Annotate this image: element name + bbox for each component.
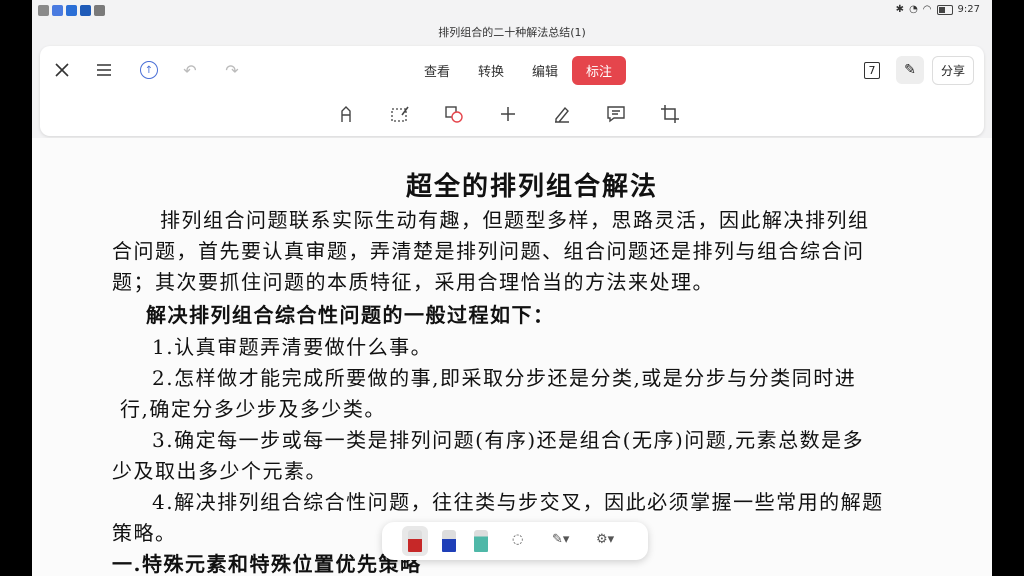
toolbar: ↑ ↶ ↷ 查看 转换 编辑 标注 7 ✎ 分享 bbox=[40, 46, 984, 136]
mode-tabs: 查看 转换 编辑 标注 bbox=[410, 56, 627, 85]
lasso-icon[interactable]: ◌ bbox=[512, 532, 523, 547]
close-icon[interactable] bbox=[50, 58, 74, 82]
blue-pen-icon[interactable] bbox=[442, 530, 456, 552]
add-icon[interactable] bbox=[498, 104, 518, 124]
shield-icon bbox=[52, 5, 63, 16]
pen-toolbar: ◌ ✎▾ ⚙▾ bbox=[382, 522, 648, 560]
document-page: 超全的排列组合解法 排列组合问题联系实际生动有趣，但题型多样，思路灵活，因此解决… bbox=[32, 138, 992, 576]
list-item: 2.怎样做才能完成所要做的事,即采取分步还是分类,或是分步与分类同时进 bbox=[152, 366, 857, 390]
page-count-badge[interactable]: 7 bbox=[864, 62, 880, 79]
battery-icon bbox=[936, 4, 953, 15]
status-time: 9:27 bbox=[957, 4, 980, 15]
paragraph-line: 排列组合问题联系实际生动有趣，但题型多样，思路灵活，因此解决排列组 bbox=[160, 208, 870, 232]
handwriting-icon[interactable]: ✎ bbox=[896, 56, 924, 84]
tab-view[interactable]: 查看 bbox=[410, 56, 464, 85]
list-item: 1.认真审题弄清要做什么事。 bbox=[152, 335, 433, 359]
pen-icon[interactable] bbox=[552, 104, 572, 124]
tab-convert[interactable]: 转换 bbox=[464, 56, 518, 85]
redo-icon[interactable]: ↷ bbox=[220, 58, 244, 82]
undo-icon[interactable]: ↶ bbox=[178, 58, 202, 82]
annotation-tools bbox=[336, 104, 680, 124]
shape-icon[interactable] bbox=[444, 104, 464, 124]
upload-icon[interactable]: ↑ bbox=[140, 61, 158, 79]
list-item-continued: 少及取出多少个元素。 bbox=[112, 459, 327, 483]
pen-settings-icon[interactable]: ⚙▾ bbox=[596, 532, 614, 547]
red-pen-icon[interactable] bbox=[408, 530, 422, 552]
page-heading: 超全的排列组合解法 bbox=[405, 172, 658, 202]
highlighter-icon[interactable] bbox=[336, 104, 356, 124]
text-box-icon[interactable] bbox=[390, 104, 410, 124]
paragraph-line: 题；其次要抓住问题的本质特征，采用合理恰当的方法来处理。 bbox=[112, 270, 714, 294]
pen-style-icon[interactable]: ✎▾ bbox=[552, 532, 569, 547]
status-bar: ✱ ◔ ◠ 9:27 bbox=[32, 0, 992, 22]
wifi-icon: ◠ bbox=[922, 4, 932, 15]
section-heading: 解决排列组合综合性问题的一般过程如下： bbox=[146, 303, 555, 327]
bluetooth-icon: ✱ bbox=[895, 4, 905, 15]
section-heading: 一.特殊元素和特殊位置优先策略 bbox=[112, 552, 422, 576]
list-item: 4.解决排列组合综合性问题，往往类与步交叉，因此必须掌握一些常用的解题 bbox=[152, 490, 884, 514]
paragraph-line: 合问题，首先要认真审题，弄清楚是排列问题、组合问题还是排列与组合综合问 bbox=[112, 239, 865, 263]
tab-annotate[interactable]: 标注 bbox=[572, 56, 627, 85]
app-icon bbox=[66, 5, 77, 16]
notification-icons bbox=[38, 5, 105, 16]
app-screen: ✱ ◔ ◠ 9:27 排列组合的二十种解法总结(1) ↑ ↶ ↷ 查看 转换 编… bbox=[32, 0, 992, 576]
comment-icon[interactable] bbox=[606, 104, 626, 124]
crop-icon[interactable] bbox=[660, 104, 680, 124]
list-item-continued: 策略。 bbox=[112, 521, 177, 545]
highlighter-pen-icon[interactable] bbox=[474, 530, 488, 552]
notification-icon bbox=[38, 5, 49, 16]
status-indicators: ✱ ◔ ◠ 9:27 bbox=[896, 4, 980, 15]
list-item-continued: 行,确定分多少步及多少类。 bbox=[120, 397, 386, 421]
menu-icon[interactable] bbox=[92, 58, 116, 82]
silent-icon: ◔ bbox=[909, 4, 918, 15]
settings-icon bbox=[94, 5, 105, 16]
share-button[interactable]: 分享 bbox=[932, 56, 975, 85]
list-item: 3.确定每一步或每一类是排列问题(有序)还是组合(无序)问题,元素总数是多 bbox=[152, 428, 865, 452]
browser-icon bbox=[80, 5, 91, 16]
tab-edit[interactable]: 编辑 bbox=[518, 56, 572, 85]
document-title: 排列组合的二十种解法总结(1) bbox=[438, 26, 586, 39]
